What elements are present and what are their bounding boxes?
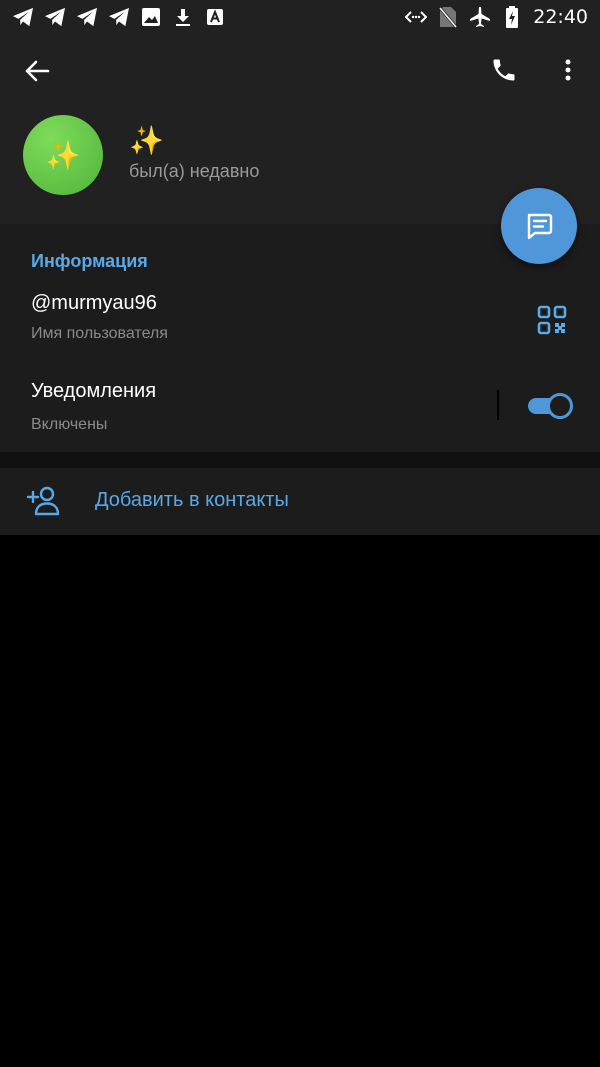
more-options-button[interactable] [552, 52, 584, 88]
profile-name: ✨ [129, 125, 164, 156]
info-section: Информация @murmyau96 Имя пользователя У… [0, 224, 600, 452]
add-to-contacts-button[interactable]: Добавить в контакты [0, 468, 600, 535]
status-bar: 22:40 [0, 0, 600, 34]
profile-header: ✨ ✨ был(а) недавно [0, 34, 600, 224]
qr-code-button[interactable] [536, 304, 568, 336]
notifications-state: Включены [31, 416, 108, 433]
username-value[interactable]: @murmyau96 [31, 292, 157, 315]
status-bar-notifications [12, 6, 226, 28]
add-to-contacts-label: Добавить в контакты [95, 489, 289, 511]
battery-charging-icon [501, 6, 523, 28]
no-sim-icon [437, 6, 459, 28]
username-caption: Имя пользователя [31, 325, 168, 342]
last-seen-status: был(а) недавно [129, 161, 260, 181]
back-arrow-icon [25, 60, 50, 82]
add-person-icon [26, 486, 60, 516]
send-message-button[interactable] [501, 188, 577, 264]
status-bar-time: 22:40 [533, 6, 588, 28]
telegram-icon [44, 6, 66, 28]
call-button[interactable] [486, 52, 522, 88]
qr-code-icon [537, 305, 567, 335]
image-icon [140, 6, 162, 28]
telegram-icon [76, 6, 98, 28]
toggle-knob [547, 393, 573, 419]
notifications-toggle[interactable] [525, 393, 573, 419]
info-section-title: Информация [31, 251, 148, 271]
telegram-icon [108, 6, 130, 28]
data-saver-icon [405, 6, 428, 28]
avatar-emoji: ✨ [45, 139, 81, 171]
more-vert-icon [565, 59, 571, 81]
avatar[interactable]: ✨ [23, 115, 103, 195]
notifications-divider [497, 390, 499, 420]
telegram-icon [12, 6, 34, 28]
phone-icon [493, 59, 515, 81]
back-button[interactable] [20, 54, 54, 88]
download-icon [172, 6, 194, 28]
notifications-label[interactable]: Уведомления [31, 380, 156, 403]
airplane-icon [469, 6, 491, 28]
section-divider [0, 452, 600, 468]
a-notification-icon [204, 6, 226, 28]
message-icon [527, 213, 553, 240]
status-bar-system: 22:40 [405, 6, 588, 28]
